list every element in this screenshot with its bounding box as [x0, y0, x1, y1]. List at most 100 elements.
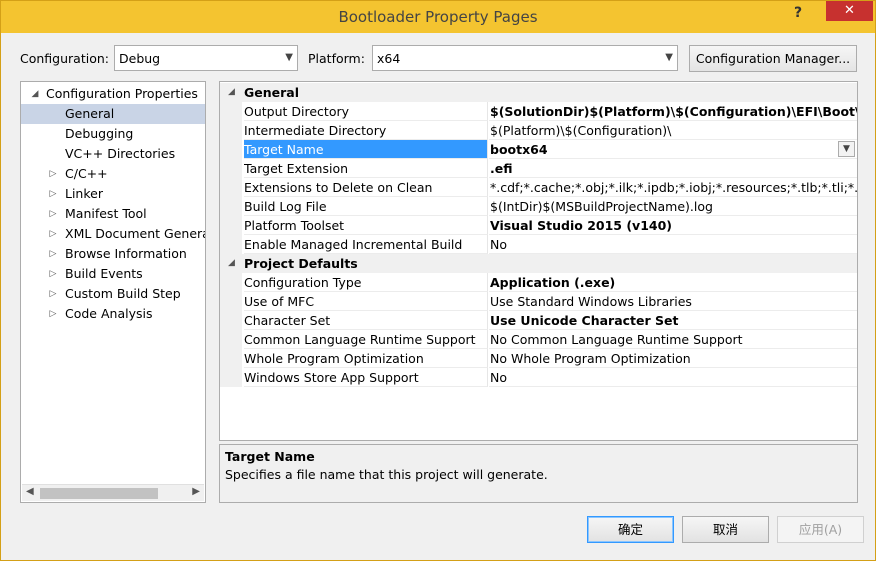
property-name[interactable]: Whole Program Optimization — [244, 349, 488, 368]
property-value[interactable]: No — [489, 235, 857, 254]
expander-icon[interactable]: ▷ — [47, 184, 59, 204]
property-name[interactable]: Common Language Runtime Support — [244, 330, 488, 349]
grid-row-gutter — [220, 368, 242, 387]
property-value[interactable]: No Whole Program Optimization — [489, 349, 857, 368]
tree-item[interactable]: ▷ Custom Build Step — [21, 284, 205, 304]
grid-row-gutter — [220, 311, 242, 330]
property-name[interactable]: Target Name — [244, 140, 488, 159]
platform-value: x64 — [377, 51, 401, 66]
grid-row[interactable]: Output Directory $(SolutionDir)$(Platform… — [220, 102, 857, 121]
tree-item-label: Configuration Properties — [46, 86, 198, 101]
grid-row-gutter — [220, 140, 242, 159]
property-name[interactable]: Intermediate Directory — [244, 121, 488, 140]
property-name[interactable]: Windows Store App Support — [244, 368, 488, 387]
tree-item[interactable]: ▷ Manifest Tool — [21, 204, 205, 224]
grid-category[interactable]: ◢ General — [220, 83, 857, 102]
tree-item[interactable]: Debugging — [21, 124, 205, 144]
grid-row[interactable]: Intermediate Directory $(Platform)\$(Conf… — [220, 121, 857, 140]
grid-row[interactable]: Character Set Use Unicode Character Set — [220, 311, 857, 330]
property-name[interactable]: Output Directory — [244, 102, 488, 121]
scroll-left-icon[interactable]: ◀ — [26, 486, 34, 497]
platform-label: Platform: — [308, 51, 365, 66]
property-value[interactable]: $(IntDir)$(MSBuildProjectName).log — [489, 197, 857, 216]
tree-item-label: Debugging — [65, 126, 134, 141]
property-value[interactable]: $(Platform)\$(Configuration)\ — [489, 121, 857, 140]
property-value[interactable]: Use Unicode Character Set — [489, 311, 857, 330]
property-name[interactable]: Platform Toolset — [244, 216, 488, 235]
window-title: Bootloader Property Pages — [338, 8, 538, 26]
property-value[interactable]: $(SolutionDir)$(Platform)\$(Configuratio… — [489, 102, 857, 121]
grid-row[interactable]: Target Name bootx64 ▼ — [220, 140, 857, 159]
expander-icon[interactable]: ◢ — [228, 83, 235, 102]
tree-item[interactable]: ▷ C/C++ — [21, 164, 205, 184]
configuration-manager-button[interactable]: Configuration Manager... — [689, 45, 857, 72]
chevron-down-icon[interactable]: ▼ — [838, 141, 855, 157]
grid-row[interactable]: Platform Toolset Visual Studio 2015 (v140… — [220, 216, 857, 235]
property-name[interactable]: Use of MFC — [244, 292, 488, 311]
tree-horizontal-scrollbar[interactable]: ◀ ▶ — [22, 484, 204, 501]
ok-button[interactable]: 确定 — [587, 516, 674, 543]
property-value[interactable]: Application (.exe) — [489, 273, 857, 292]
property-name[interactable]: Build Log File — [244, 197, 488, 216]
grid-row-gutter — [220, 330, 242, 349]
grid-row[interactable]: Target Extension .efi — [220, 159, 857, 178]
tree-item[interactable]: ▷ Code Analysis — [21, 304, 205, 324]
property-name[interactable]: Enable Managed Incremental Build — [244, 235, 488, 254]
cancel-button[interactable]: 取消 — [682, 516, 769, 543]
property-tree[interactable]: ▷ Code Analysis ▷ Custom Build Step ▷ Build E… — [20, 81, 206, 503]
property-value[interactable]: .efi — [489, 159, 857, 178]
grid-row[interactable]: Common Language Runtime Support No Common… — [220, 330, 857, 349]
grid-row[interactable]: Use of MFC Use Standard Windows Libraries — [220, 292, 857, 311]
platform-select[interactable]: x64 ▼ — [372, 45, 678, 71]
property-value[interactable]: *.cdf;*.cache;*.obj;*.ilk;*.ipdb;*.iobj;… — [489, 178, 857, 197]
tree-item[interactable]: ◢ Configuration Properties — [21, 84, 205, 104]
tree-item-label: Build Events — [65, 266, 143, 281]
apply-button[interactable]: 应用(A) — [777, 516, 864, 543]
expander-icon[interactable]: ▷ — [47, 284, 59, 304]
description-text: Specifies a file name that this project … — [225, 467, 548, 482]
expander-icon[interactable]: ▷ — [47, 304, 59, 324]
tree-item-label: XML Document Generat — [65, 226, 205, 241]
property-value[interactable]: No — [489, 368, 857, 387]
grid-row[interactable]: Build Log File $(IntDir)$(MSBuildProjectN… — [220, 197, 857, 216]
grid-row-gutter — [220, 178, 242, 197]
tree-item[interactable]: VC++ Directories — [21, 144, 205, 164]
grid-row-gutter — [220, 216, 242, 235]
help-button[interactable]: ? — [787, 5, 809, 25]
tree-item[interactable]: ▷ Browse Information — [21, 244, 205, 264]
scrollbar-thumb[interactable] — [40, 488, 158, 499]
property-name[interactable]: Target Extension — [244, 159, 488, 178]
grid-row[interactable]: Whole Program Optimization No Whole Progr… — [220, 349, 857, 368]
tree-item[interactable]: ▷ XML Document Generat — [21, 224, 205, 244]
grid-row-gutter — [220, 102, 242, 121]
configuration-select[interactable]: Debug ▼ — [114, 45, 298, 71]
property-name[interactable]: Character Set — [244, 311, 488, 330]
grid-category[interactable]: ◢ Project Defaults — [220, 254, 857, 273]
property-grid[interactable]: ◢ General Output Directory $(SolutionDir)$(… — [219, 81, 858, 441]
property-value[interactable]: bootx64 — [489, 140, 857, 159]
tree-item-label: General — [65, 106, 115, 121]
grid-row[interactable]: Windows Store App Support No — [220, 368, 857, 387]
property-value[interactable]: No Common Language Runtime Support — [489, 330, 857, 349]
expander-icon[interactable]: ▷ — [47, 244, 59, 264]
grid-row[interactable]: Configuration Type Application (.exe) — [220, 273, 857, 292]
expander-icon[interactable]: ▷ — [47, 264, 59, 284]
property-name[interactable]: Configuration Type — [244, 273, 488, 292]
grid-row-gutter — [220, 121, 242, 140]
title-bar[interactable]: Bootloader Property Pages ? ✕ — [1, 1, 875, 33]
expander-icon[interactable]: ▷ — [47, 224, 59, 244]
property-value[interactable]: Visual Studio 2015 (v140) — [489, 216, 857, 235]
close-button[interactable]: ✕ — [826, 1, 873, 21]
expander-icon[interactable]: ◢ — [29, 84, 41, 104]
expander-icon[interactable]: ▷ — [47, 204, 59, 224]
property-name[interactable]: Extensions to Delete on Clean — [244, 178, 488, 197]
expander-icon[interactable]: ▷ — [47, 164, 59, 184]
tree-item[interactable]: General — [21, 104, 205, 124]
grid-row[interactable]: Extensions to Delete on Clean *.cdf;*.cac… — [220, 178, 857, 197]
tree-item[interactable]: ▷ Build Events — [21, 264, 205, 284]
grid-row[interactable]: Enable Managed Incremental Build No — [220, 235, 857, 254]
property-value[interactable]: Use Standard Windows Libraries — [489, 292, 857, 311]
expander-icon[interactable]: ◢ — [228, 254, 235, 273]
tree-item[interactable]: ▷ Linker — [21, 184, 205, 204]
scroll-right-icon[interactable]: ▶ — [192, 486, 200, 497]
